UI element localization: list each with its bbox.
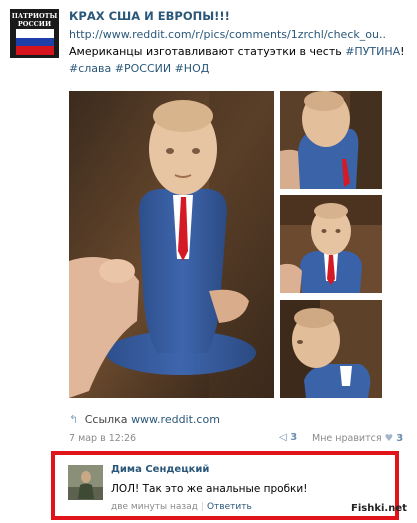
link-domain[interactable]: www.reddit.com xyxy=(131,413,220,426)
russian-flag-icon xyxy=(16,29,54,55)
commenter-name[interactable]: Дима Сендецкий xyxy=(111,464,209,475)
comment-time[interactable]: две минуты назад xyxy=(111,502,198,512)
share-arrow-icon: ↰ xyxy=(69,413,79,426)
comment-meta: две минуты назад | Ответить xyxy=(111,502,252,512)
like-label: Мне нравится xyxy=(312,433,382,444)
group-title[interactable]: КРАХ США И ЕВРОПЫ!!! xyxy=(69,9,230,23)
comment-highlight: Дима Сендецкий ЛОЛ! Так это же анальные … xyxy=(51,451,399,520)
photo-side-1[interactable] xyxy=(280,91,382,189)
megaphone-icon: ◁ xyxy=(279,432,287,443)
avatar-text-line2: РОССИИ xyxy=(17,20,52,28)
post-hashtags[interactable]: #слава #РОССИИ #НОД xyxy=(69,62,209,75)
avatar-text-line1: ПАТРИОТЫ xyxy=(11,12,58,20)
post-text-block: http://www.reddit.com/r/pics/comments/1z… xyxy=(69,26,414,77)
like-count: 3 xyxy=(396,433,404,444)
hashtag-putin[interactable]: #ПУТИНА xyxy=(345,45,400,58)
attached-link[interactable]: ↰ Ссылка www.reddit.com xyxy=(69,413,220,426)
separator: | xyxy=(200,502,204,512)
like-button[interactable]: Мне нравится ♥ 3 xyxy=(312,433,403,444)
repost-count: 3 xyxy=(290,432,298,443)
photo-main[interactable] xyxy=(69,91,274,398)
post-text-end: ! xyxy=(400,45,405,58)
group-avatar[interactable]: ПАТРИОТЫ РОССИИ xyxy=(10,9,59,58)
post-date[interactable]: 7 мар в 12:26 xyxy=(69,433,136,444)
post-url-link[interactable]: http://www.reddit.com/r/pics/comments/1z… xyxy=(69,28,386,41)
comment-text: ЛОЛ! Так это же анальные пробки! xyxy=(111,483,308,495)
watermark: Fishki.net xyxy=(351,503,407,514)
commenter-avatar[interactable] xyxy=(68,465,103,500)
repost-button[interactable]: ◁ 3 xyxy=(279,432,297,443)
post-text: Американцы изготавливают статуэтки в чес… xyxy=(69,45,342,58)
link-label: Ссылка xyxy=(84,413,128,426)
heart-icon: ♥ xyxy=(384,433,394,444)
photo-side-3[interactable] xyxy=(280,300,382,398)
reply-button[interactable]: Ответить xyxy=(207,502,252,512)
photo-side-2[interactable] xyxy=(280,195,382,293)
